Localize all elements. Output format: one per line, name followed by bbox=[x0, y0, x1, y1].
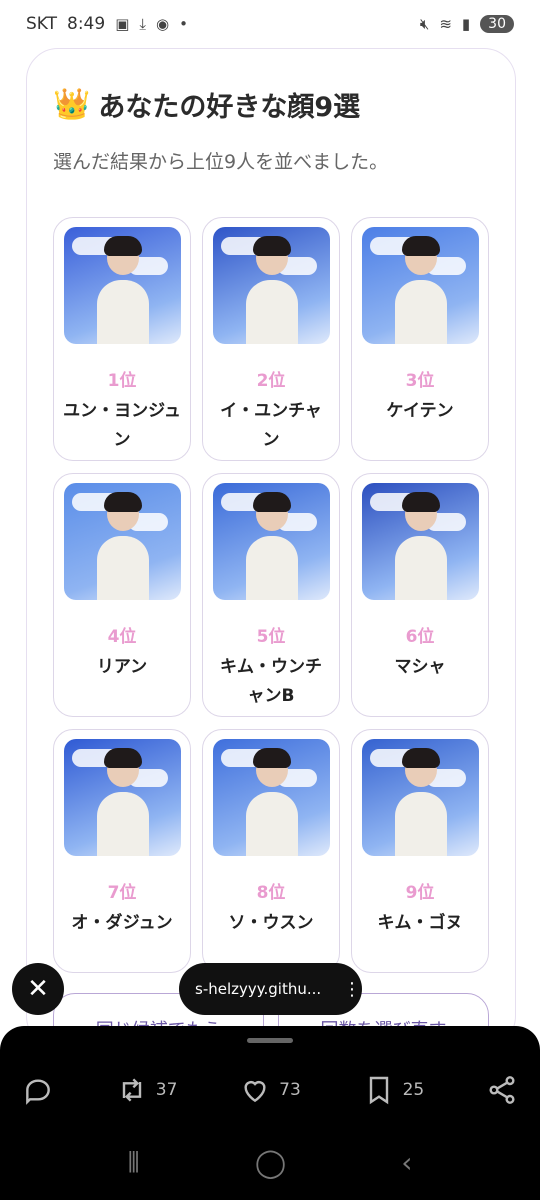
status-left: SKT 8:49 ▣ ⤓ ◉ • bbox=[26, 14, 188, 34]
rank-label: 1位 bbox=[107, 371, 137, 391]
reply-button[interactable] bbox=[22, 1074, 54, 1106]
member-name: ソ・ウスン bbox=[228, 913, 314, 933]
carrier: SKT bbox=[26, 14, 58, 34]
member-photo bbox=[63, 227, 181, 344]
results-grid: 1位 ユン・ヨンジュン 2位 イ・ユンチャン 3位 ケイテン 4位 リアン 5位… bbox=[53, 217, 489, 973]
member-name: キム・ゴヌ bbox=[377, 913, 463, 933]
status-bar: SKT 8:49 ▣ ⤓ ◉ • 🔇︎ ≋ ▮ 30 bbox=[0, 0, 540, 48]
member-name: オ・ダジュン bbox=[71, 913, 173, 933]
rank-label: 2位 bbox=[256, 371, 286, 391]
member-name: ケイテン bbox=[386, 401, 454, 421]
member-name: マシャ bbox=[394, 657, 446, 677]
member-name: ユン・ヨンジュン bbox=[63, 401, 181, 450]
member-name: リアン bbox=[96, 657, 148, 677]
share-button[interactable] bbox=[486, 1074, 518, 1106]
home-icon[interactable]: ◯ bbox=[255, 1146, 286, 1180]
rank-label: 4位 bbox=[107, 627, 137, 647]
dot-icon: • bbox=[179, 15, 188, 33]
download-icon: ⤓ bbox=[139, 15, 147, 33]
crown-icon: 👑 bbox=[53, 87, 91, 122]
recents-icon[interactable]: ⦀ bbox=[128, 1146, 140, 1180]
member-name: イ・ユンチャン bbox=[220, 401, 322, 450]
heart-icon bbox=[244, 1081, 266, 1103]
wifi-icon: ≋ bbox=[439, 15, 452, 33]
retweet-button[interactable]: 37 bbox=[116, 1074, 178, 1106]
signal-icon: ▮ bbox=[461, 15, 471, 33]
result-tile[interactable]: 9位 キム・ゴヌ bbox=[351, 729, 489, 973]
title-text: あなたの好きな顔9選 bbox=[98, 92, 361, 123]
member-photo bbox=[63, 739, 181, 856]
result-tile[interactable]: 1位 ユン・ヨンジュン bbox=[53, 217, 191, 461]
page-subtitle: 選んだ結果から上位9人を並べました。 bbox=[53, 151, 389, 173]
url-text: s-helzyyy.githu... bbox=[195, 980, 322, 998]
close-button[interactable]: ✕ bbox=[12, 963, 64, 1015]
bookmark-count: 25 bbox=[402, 1080, 425, 1100]
more-options-icon[interactable]: ⋮ bbox=[343, 979, 361, 1000]
rank-label: 8位 bbox=[256, 883, 286, 903]
reply-icon bbox=[26, 1079, 50, 1105]
system-navbar: ⦀ ◯ ‹ bbox=[0, 1146, 540, 1180]
clock: 8:49 bbox=[67, 14, 106, 34]
close-icon: ✕ bbox=[27, 974, 49, 1004]
url-pill[interactable]: s-helzyyy.githu... ⋮ bbox=[179, 963, 362, 1015]
member-photo bbox=[361, 483, 479, 600]
like-count: 73 bbox=[279, 1080, 301, 1100]
member-photo bbox=[212, 483, 330, 600]
rank-label: 6位 bbox=[405, 627, 435, 647]
status-right: 🔇︎ ≋ ▮ 30 bbox=[420, 15, 514, 33]
social-actions: 37 73 25 bbox=[0, 1074, 540, 1106]
member-photo bbox=[63, 483, 181, 600]
sheet-handle[interactable] bbox=[247, 1038, 293, 1043]
like-button[interactable]: 73 bbox=[239, 1074, 301, 1106]
result-tile[interactable]: 7位 オ・ダジュン bbox=[53, 729, 191, 973]
bottom-sheet: 37 73 25 ⦀ ◯ ‹ bbox=[0, 1026, 540, 1200]
battery-badge: 30 bbox=[480, 15, 514, 33]
bookmark-icon bbox=[369, 1076, 388, 1105]
member-photo bbox=[361, 227, 479, 344]
retweet-icon bbox=[122, 1078, 141, 1102]
retweet-count: 37 bbox=[155, 1080, 178, 1100]
result-tile[interactable]: 6位 マシャ bbox=[351, 473, 489, 717]
rank-label: 3位 bbox=[405, 371, 435, 391]
rank-label: 7位 bbox=[107, 883, 137, 903]
result-tile[interactable]: 2位 イ・ユンチャン bbox=[202, 217, 340, 461]
screenshot-icon: ▣ bbox=[115, 15, 130, 33]
back-icon[interactable]: ‹ bbox=[401, 1146, 412, 1180]
member-photo bbox=[212, 227, 330, 344]
bookmark-button[interactable]: 25 bbox=[363, 1074, 425, 1106]
mute-icon: 🔇︎ bbox=[419, 15, 430, 33]
result-tile[interactable]: 3位 ケイテン bbox=[351, 217, 489, 461]
maps-icon: ◉ bbox=[156, 15, 170, 33]
result-tile[interactable]: 4位 リアン bbox=[53, 473, 191, 717]
member-photo bbox=[361, 739, 479, 856]
share-icon bbox=[489, 1076, 515, 1104]
member-name: キム・ウンチャンB bbox=[220, 657, 322, 706]
rank-label: 9位 bbox=[405, 883, 435, 903]
member-photo bbox=[212, 739, 330, 856]
results-card: 👑 あなたの好きな顔9選 選んだ結果から上位9人を並べました。 1位 ユン・ヨン… bbox=[26, 48, 516, 1048]
rank-label: 5位 bbox=[256, 627, 286, 647]
result-tile[interactable]: 8位 ソ・ウスン bbox=[202, 729, 340, 973]
result-tile[interactable]: 5位 キム・ウンチャンB bbox=[202, 473, 340, 717]
page-title: 👑 あなたの好きな顔9選 bbox=[53, 85, 360, 124]
